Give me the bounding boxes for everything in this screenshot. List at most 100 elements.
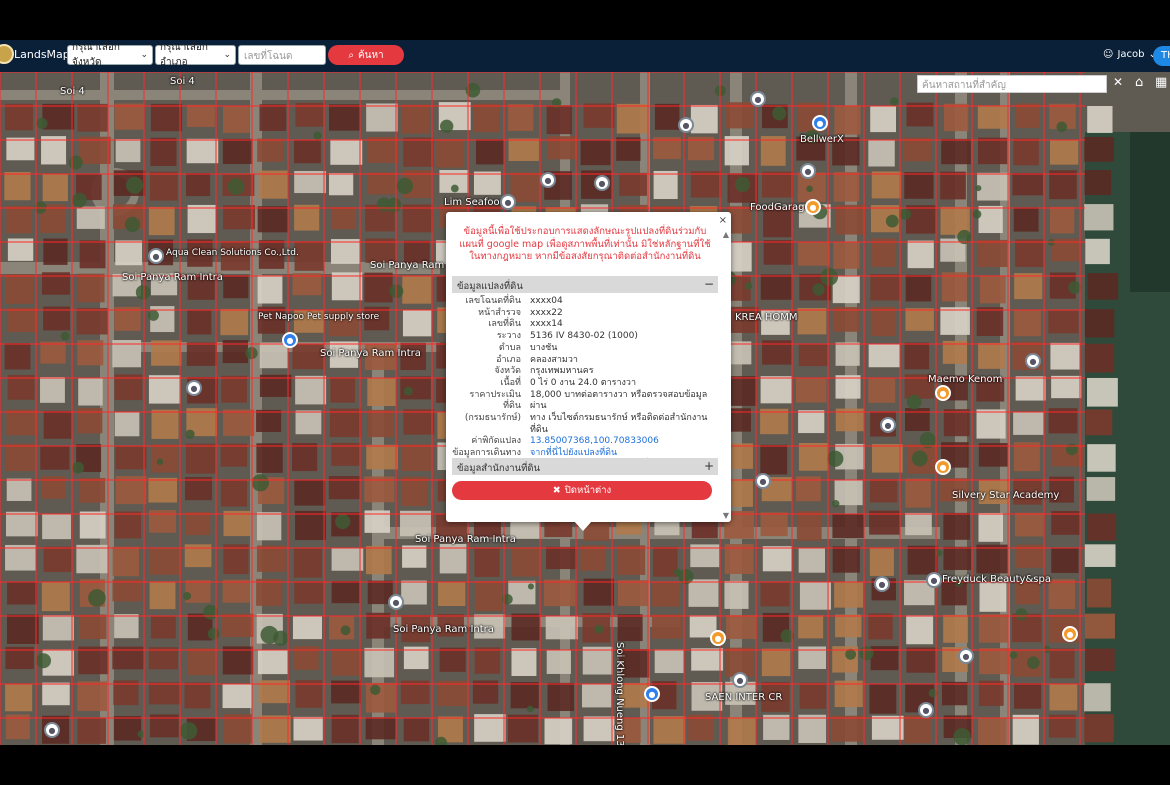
map-house-roof — [832, 715, 863, 742]
map-house-roof — [583, 578, 614, 606]
map-house-roof — [77, 717, 107, 744]
search-button[interactable]: ⌕ ค้นหา — [328, 45, 404, 65]
map-house-roof — [508, 714, 539, 743]
map-house-roof — [583, 716, 615, 742]
map-tree — [899, 208, 912, 220]
poi-marker-icon[interactable]: ● — [926, 572, 942, 588]
map-house-roof — [1014, 683, 1042, 709]
poi-marker-icon[interactable]: ● — [750, 91, 766, 107]
poi-marker-icon[interactable]: ● — [678, 117, 694, 133]
map-house-roof — [258, 170, 289, 199]
map-house-roof — [475, 139, 504, 165]
section-header-land[interactable]: ข้อมูลแปลงที่ดิน − — [452, 276, 718, 293]
map-house-roof — [545, 615, 578, 640]
land-info-link[interactable]: 13.85007368,100.70833006 — [530, 436, 718, 448]
poi-marker-icon[interactable]: ● — [1025, 353, 1041, 369]
user-menu[interactable]: ☺ Jacob ⌄ — [1103, 49, 1157, 60]
poi-marker-icon[interactable]: ● — [800, 163, 816, 179]
map-house-roof — [223, 714, 253, 744]
poi-restaurant-icon[interactable]: ● — [935, 385, 951, 401]
map-house-roof — [760, 581, 790, 607]
minus-icon[interactable]: − — [704, 277, 714, 291]
map-house-roof — [834, 680, 863, 708]
map-house-roof — [833, 241, 860, 269]
map-house-roof — [295, 510, 326, 541]
map-house-roof — [259, 104, 287, 131]
map-house-roof — [364, 647, 395, 678]
poi-marker-icon[interactable]: ● — [958, 648, 974, 664]
map-house-roof — [977, 172, 1009, 201]
map-house-roof — [835, 614, 862, 638]
poi-marker-icon[interactable]: ● — [148, 248, 164, 264]
language-toggle[interactable]: TH — [1153, 46, 1170, 66]
map-house-roof — [1051, 511, 1080, 535]
close-window-button[interactable]: ✖ ปิดหน้าต่าง — [452, 481, 712, 500]
map-poi-label: Lim Seafood — [444, 197, 507, 208]
map-tree — [832, 500, 840, 508]
poi-marker-icon[interactable]: ● — [732, 672, 748, 688]
map-house-roof — [1050, 342, 1081, 370]
map-house-roof — [941, 681, 968, 706]
district-select[interactable]: กรุณาเลือกอำเภอ ⌄ — [155, 42, 236, 68]
poi-marker-icon[interactable]: ● — [388, 594, 404, 610]
scroll-up-arrow-icon[interactable]: ▲ — [723, 230, 729, 239]
map-field — [1130, 132, 1170, 292]
poi-marker-icon[interactable]: ● — [540, 172, 556, 188]
scroll-down-arrow-icon[interactable]: ▼ — [723, 511, 729, 520]
map-house-roof — [871, 715, 904, 740]
map-tree — [147, 309, 159, 321]
map-house-roof — [832, 307, 859, 332]
map-tree — [35, 653, 52, 669]
poi-restaurant-icon[interactable]: ● — [710, 630, 726, 646]
poi-marker-icon[interactable]: ● — [874, 576, 890, 592]
map-road-label: Soi 4 — [170, 76, 195, 87]
map-house-roof — [1084, 613, 1115, 639]
map-house-roof — [148, 510, 176, 533]
landsmaps-logo-icon[interactable] — [0, 44, 14, 64]
section-header-office[interactable]: ข้อมูลสำนักงานที่ดิน + — [452, 458, 718, 475]
map-house-roof — [402, 309, 432, 337]
map-house-roof — [402, 545, 427, 568]
map-house-roof — [907, 240, 934, 269]
map-house-roof — [688, 579, 719, 607]
close-icon[interactable]: ✕ — [1110, 75, 1126, 93]
map-house-roof — [149, 171, 178, 201]
poi-marker-icon[interactable]: ● — [186, 380, 202, 396]
map-house-roof — [619, 172, 647, 196]
map-house-roof — [148, 206, 175, 236]
map-house-roof — [580, 139, 611, 166]
close-icon[interactable]: × — [719, 215, 727, 226]
map-house-roof — [5, 274, 34, 304]
map-house-roof — [871, 171, 902, 199]
poi-marker-icon[interactable]: ● — [755, 473, 771, 489]
place-search-input[interactable]: ค้นหาสถานที่สำคัญ — [917, 75, 1107, 93]
poi-restaurant-icon[interactable]: ● — [935, 459, 951, 475]
grid-layers-icon[interactable]: ▦ — [1155, 75, 1170, 93]
deed-number-input[interactable]: เลขที่โฉนด — [238, 45, 326, 65]
land-info-row: เนื้อที่ 0 ไร่ 0 งาน 24.0 ตารางวา — [452, 378, 718, 390]
poi-restaurant-icon[interactable]: ● — [805, 199, 821, 215]
poi-restaurant-icon[interactable]: ● — [1062, 626, 1078, 642]
map-house-roof — [943, 614, 968, 643]
land-info-row: (กรมธนารักษ์) ทาง เว็บไซต์กรมธนารักษ์ หรื… — [452, 413, 718, 436]
poi-bank-icon[interactable]: ● — [812, 115, 828, 131]
poi-pet-store-icon[interactable]: ● — [282, 332, 298, 348]
poi-marker-icon[interactable]: ● — [880, 417, 896, 433]
map-house-roof — [977, 105, 1008, 129]
map-house-roof — [295, 410, 322, 435]
map-house-roof — [978, 205, 1003, 234]
poi-marker-icon[interactable]: ● — [594, 175, 610, 191]
poi-shop-icon[interactable]: ● — [644, 686, 660, 702]
poi-marker-icon[interactable]: ● — [918, 702, 934, 718]
land-info-row: เลขโฉนดที่ดิน xxxx04 — [452, 296, 718, 308]
map-house-roof — [941, 272, 968, 302]
home-icon[interactable]: ⌂ — [1135, 75, 1151, 93]
poi-marker-icon[interactable]: ● — [44, 722, 60, 738]
poi-marker-icon[interactable]: ● — [500, 194, 516, 210]
map-tree — [911, 450, 928, 467]
plus-icon[interactable]: + — [704, 459, 714, 473]
map-house-roof — [330, 377, 356, 403]
map-house-roof — [5, 511, 38, 537]
land-info-key: จังหวัด — [494, 366, 522, 377]
province-select[interactable]: กรุณาเลือกจังหวัด ⌄ — [67, 42, 153, 68]
